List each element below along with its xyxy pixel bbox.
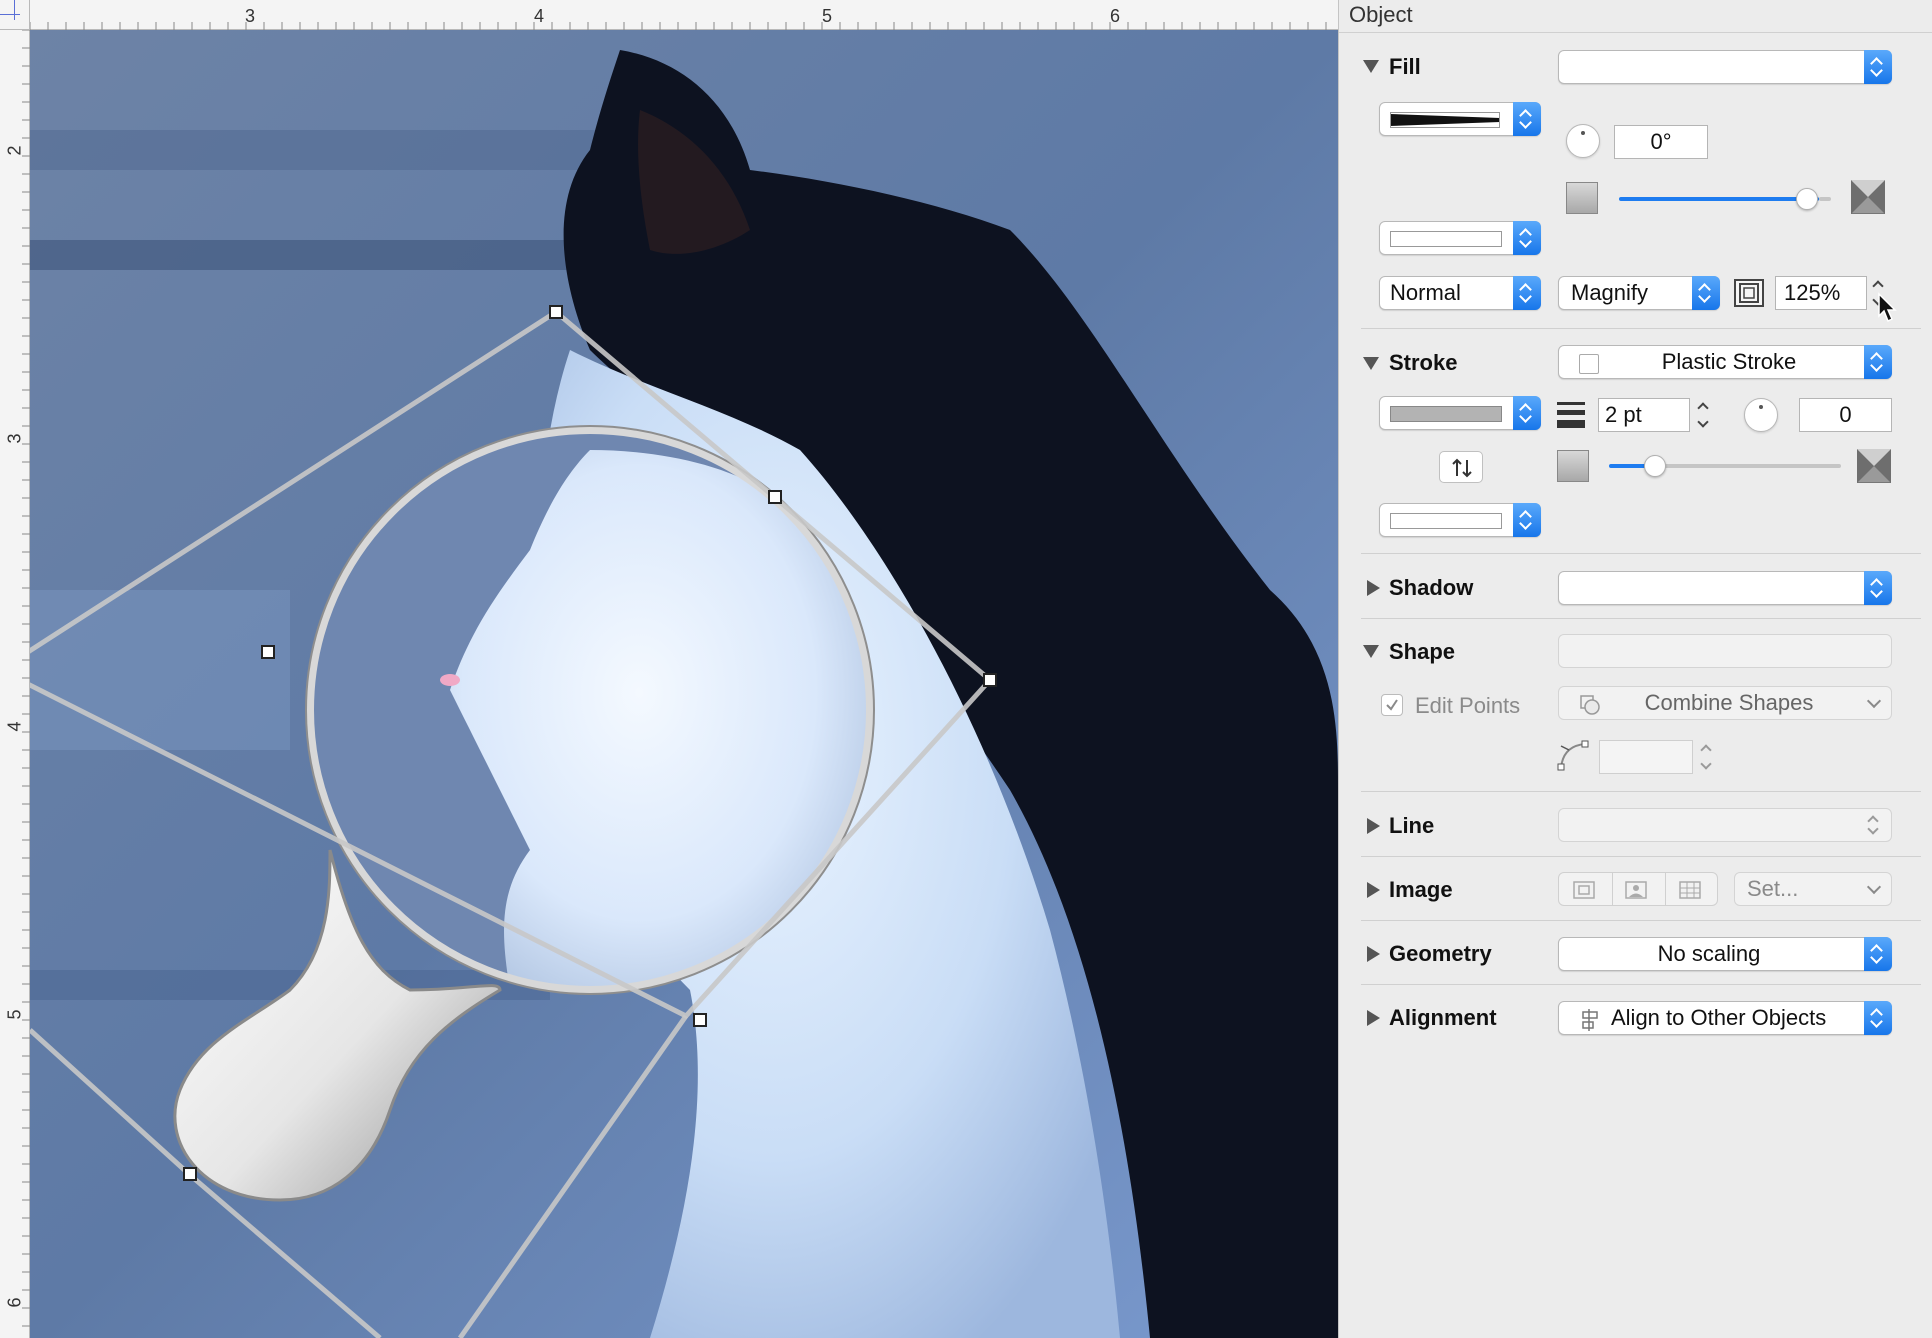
combine-shapes-popup[interactable]: Combine Shapes	[1558, 686, 1892, 720]
ruler-label: 4	[534, 6, 545, 26]
ruler-label: 4	[4, 721, 25, 732]
stroke-style-icon	[1579, 354, 1599, 374]
swap-arrows-icon	[1452, 458, 1472, 478]
disclosure-triangle-icon[interactable]	[1367, 1010, 1380, 1026]
geometry-label: Geometry	[1389, 941, 1492, 966]
ruler-label: 3	[4, 433, 25, 444]
ruler-label: 6	[1110, 6, 1121, 26]
disclosure-triangle-icon[interactable]	[1363, 645, 1379, 658]
magnify-frame-icon[interactable]	[1733, 278, 1765, 308]
ruler-label: 3	[245, 6, 256, 26]
gradient-slider-thumb[interactable]	[1796, 188, 1818, 210]
combine-shapes-icon	[1580, 695, 1600, 715]
fill-type-popup[interactable]	[1558, 50, 1892, 84]
vertical-ruler[interactable]: 2 3 4 5 6	[0, 0, 30, 1338]
image-fit-icon[interactable]	[1573, 881, 1595, 899]
image-set-popup[interactable]: Set...	[1734, 872, 1892, 906]
stroke-secondary-color-well[interactable]	[1379, 503, 1541, 537]
ruler-label: 5	[4, 1009, 25, 1020]
align-objects-icon	[1582, 1009, 1598, 1031]
disclosure-triangle-icon[interactable]	[1363, 60, 1379, 73]
selection-handle[interactable]	[183, 1167, 197, 1181]
point-coordinate-stepper[interactable]	[1697, 740, 1715, 774]
stroke-color-well[interactable]	[1379, 396, 1541, 430]
inspector-header: Object	[1339, 0, 1932, 33]
inspector-title: Object	[1349, 2, 1413, 27]
stroke-end-icon[interactable]	[1857, 449, 1891, 483]
ruler-label: 6	[4, 1297, 25, 1308]
edit-points-checkbox[interactable]	[1381, 694, 1403, 716]
image-label: Image	[1389, 877, 1453, 902]
image-stretch-icon[interactable]	[1625, 881, 1647, 899]
bezier-point-icon	[1557, 740, 1589, 771]
magnify-percent-field[interactable]: 125%	[1775, 276, 1867, 310]
swap-stroke-button[interactable]	[1439, 451, 1483, 483]
stroke-label: Stroke	[1389, 350, 1458, 375]
disclosure-triangle-icon[interactable]	[1367, 946, 1380, 962]
blend-mode-popup[interactable]: Normal	[1379, 276, 1541, 310]
stroke-width-icon	[1557, 402, 1585, 428]
fill-effect-popup[interactable]: Magnify	[1558, 276, 1720, 310]
alignment-popup[interactable]: Align to Other Objects	[1558, 1001, 1892, 1035]
gradient-angle-field[interactable]: 0°	[1614, 125, 1708, 159]
stroke-slider-thumb[interactable]	[1644, 455, 1667, 477]
gradient-picker[interactable]	[1379, 102, 1541, 136]
selection-handle[interactable]	[768, 490, 782, 504]
ruler-corner[interactable]	[0, 0, 30, 30]
checkmark-icon	[1386, 699, 1398, 711]
stroke-width-field[interactable]: 2 pt	[1598, 398, 1690, 432]
shape-popup	[1558, 634, 1892, 668]
point-coordinate-field[interactable]	[1599, 740, 1693, 774]
ruler-label: 2	[4, 145, 25, 156]
gradient-slider-track[interactable]	[1619, 197, 1819, 201]
selection-handle[interactable]	[983, 673, 997, 687]
gradient-end-icon[interactable]	[1851, 180, 1885, 214]
image-tile-icon[interactable]	[1679, 881, 1701, 899]
shadow-popup[interactable]	[1558, 571, 1892, 605]
geometry-popup[interactable]: No scaling	[1558, 937, 1892, 971]
selection-handle[interactable]	[549, 305, 563, 319]
mouse-cursor-icon	[1878, 292, 1897, 323]
disclosure-triangle-icon[interactable]	[1367, 580, 1380, 596]
fill-color-well[interactable]	[1379, 221, 1541, 255]
stroke-style-popup[interactable]: Plastic Stroke	[1558, 345, 1892, 379]
stroke-start-icon[interactable]	[1557, 450, 1589, 482]
disclosure-triangle-icon[interactable]	[1363, 357, 1379, 370]
selection-handle[interactable]	[261, 645, 275, 659]
gradient-slider-track-rest	[1819, 197, 1831, 201]
stroke-corner-knob[interactable]	[1744, 398, 1778, 432]
stroke-width-stepper[interactable]	[1694, 398, 1712, 432]
stroke-corner-field[interactable]: 0	[1799, 398, 1892, 432]
canvas-area[interactable]: 3 4 5 6 2 3 4 5 6	[0, 0, 1338, 1338]
shape-label: Shape	[1389, 639, 1456, 664]
selection-handle[interactable]	[693, 1013, 707, 1027]
edit-points-label: Edit Points	[1415, 693, 1521, 718]
line-popup[interactable]	[1558, 808, 1892, 842]
line-label: Line	[1389, 813, 1435, 838]
horizontal-ruler[interactable]: 3 4 5 6	[0, 0, 1338, 30]
fill-label: Fill	[1389, 54, 1421, 79]
gradient-start-icon[interactable]	[1566, 182, 1598, 214]
alignment-label: Alignment	[1389, 1005, 1497, 1030]
shadow-label: Shadow	[1389, 575, 1474, 600]
image-mode-segmented[interactable]	[1558, 872, 1718, 906]
gradient-swatch-icon	[1390, 112, 1500, 128]
stroke-slider-track-rest	[1661, 464, 1841, 468]
disclosure-triangle-icon[interactable]	[1367, 882, 1380, 898]
gradient-angle-knob[interactable]	[1566, 124, 1600, 158]
cat-photo[interactable]	[30, 30, 1338, 1338]
object-inspector: Object Fill 0° Normal Magnify 125% Strok…	[1338, 0, 1932, 1338]
disclosure-triangle-icon[interactable]	[1367, 818, 1380, 834]
ruler-label: 5	[822, 6, 833, 26]
